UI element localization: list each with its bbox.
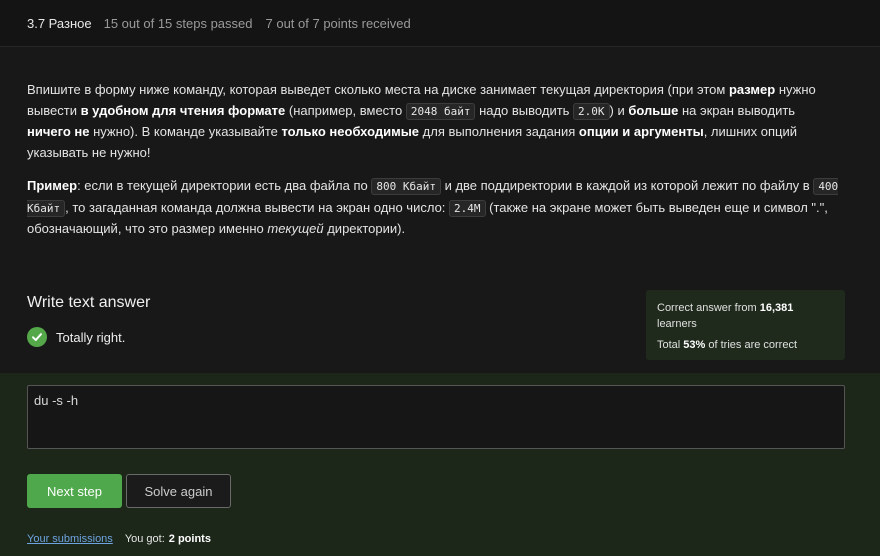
steps-progress: 15 out of 15 steps passed: [103, 15, 253, 31]
solve-again-button[interactable]: Solve again: [126, 474, 231, 508]
answer-status: Totally right.: [27, 327, 125, 347]
score-value: 2 points: [168, 533, 211, 545]
status-text: Totally right.: [56, 329, 126, 345]
answer-title: Write text answer: [27, 294, 151, 311]
code-snippet: 2.0K: [573, 102, 610, 120]
task-description: Впишите в форму ниже команду, которая вы…: [27, 80, 842, 253]
score-label: You got:: [124, 533, 165, 545]
points-progress: 7 out of 7 points received: [265, 15, 411, 31]
answer-input[interactable]: du -s -h: [27, 385, 845, 449]
code-snippet: 2048 байт: [405, 102, 476, 120]
submission-footer: Your submissions You got: 2 points: [27, 533, 211, 545]
stats-learners: Correct answer from 16,381 learners: [657, 302, 794, 330]
your-submissions-link[interactable]: Your submissions: [27, 533, 113, 545]
next-step-button[interactable]: Next step: [27, 474, 122, 508]
step-header: 3.7 Разное 15 out of 15 steps passed 7 o…: [0, 0, 880, 47]
code-snippet: 800 Кбайт: [371, 178, 441, 195]
stats-tries: Total 53% of tries are correct: [657, 339, 798, 351]
task-paragraph-2: Пример: если в текущей директории есть д…: [27, 178, 839, 236]
code-snippet: 2.4M: [449, 199, 486, 217]
task-paragraph-1: Впишите в форму ниже команду, которая вы…: [27, 82, 816, 160]
check-circle-icon: [27, 327, 47, 347]
stats-panel: Correct answer from 16,381 learners Tota…: [646, 290, 845, 360]
step-title: 3.7 Разное: [27, 15, 92, 31]
